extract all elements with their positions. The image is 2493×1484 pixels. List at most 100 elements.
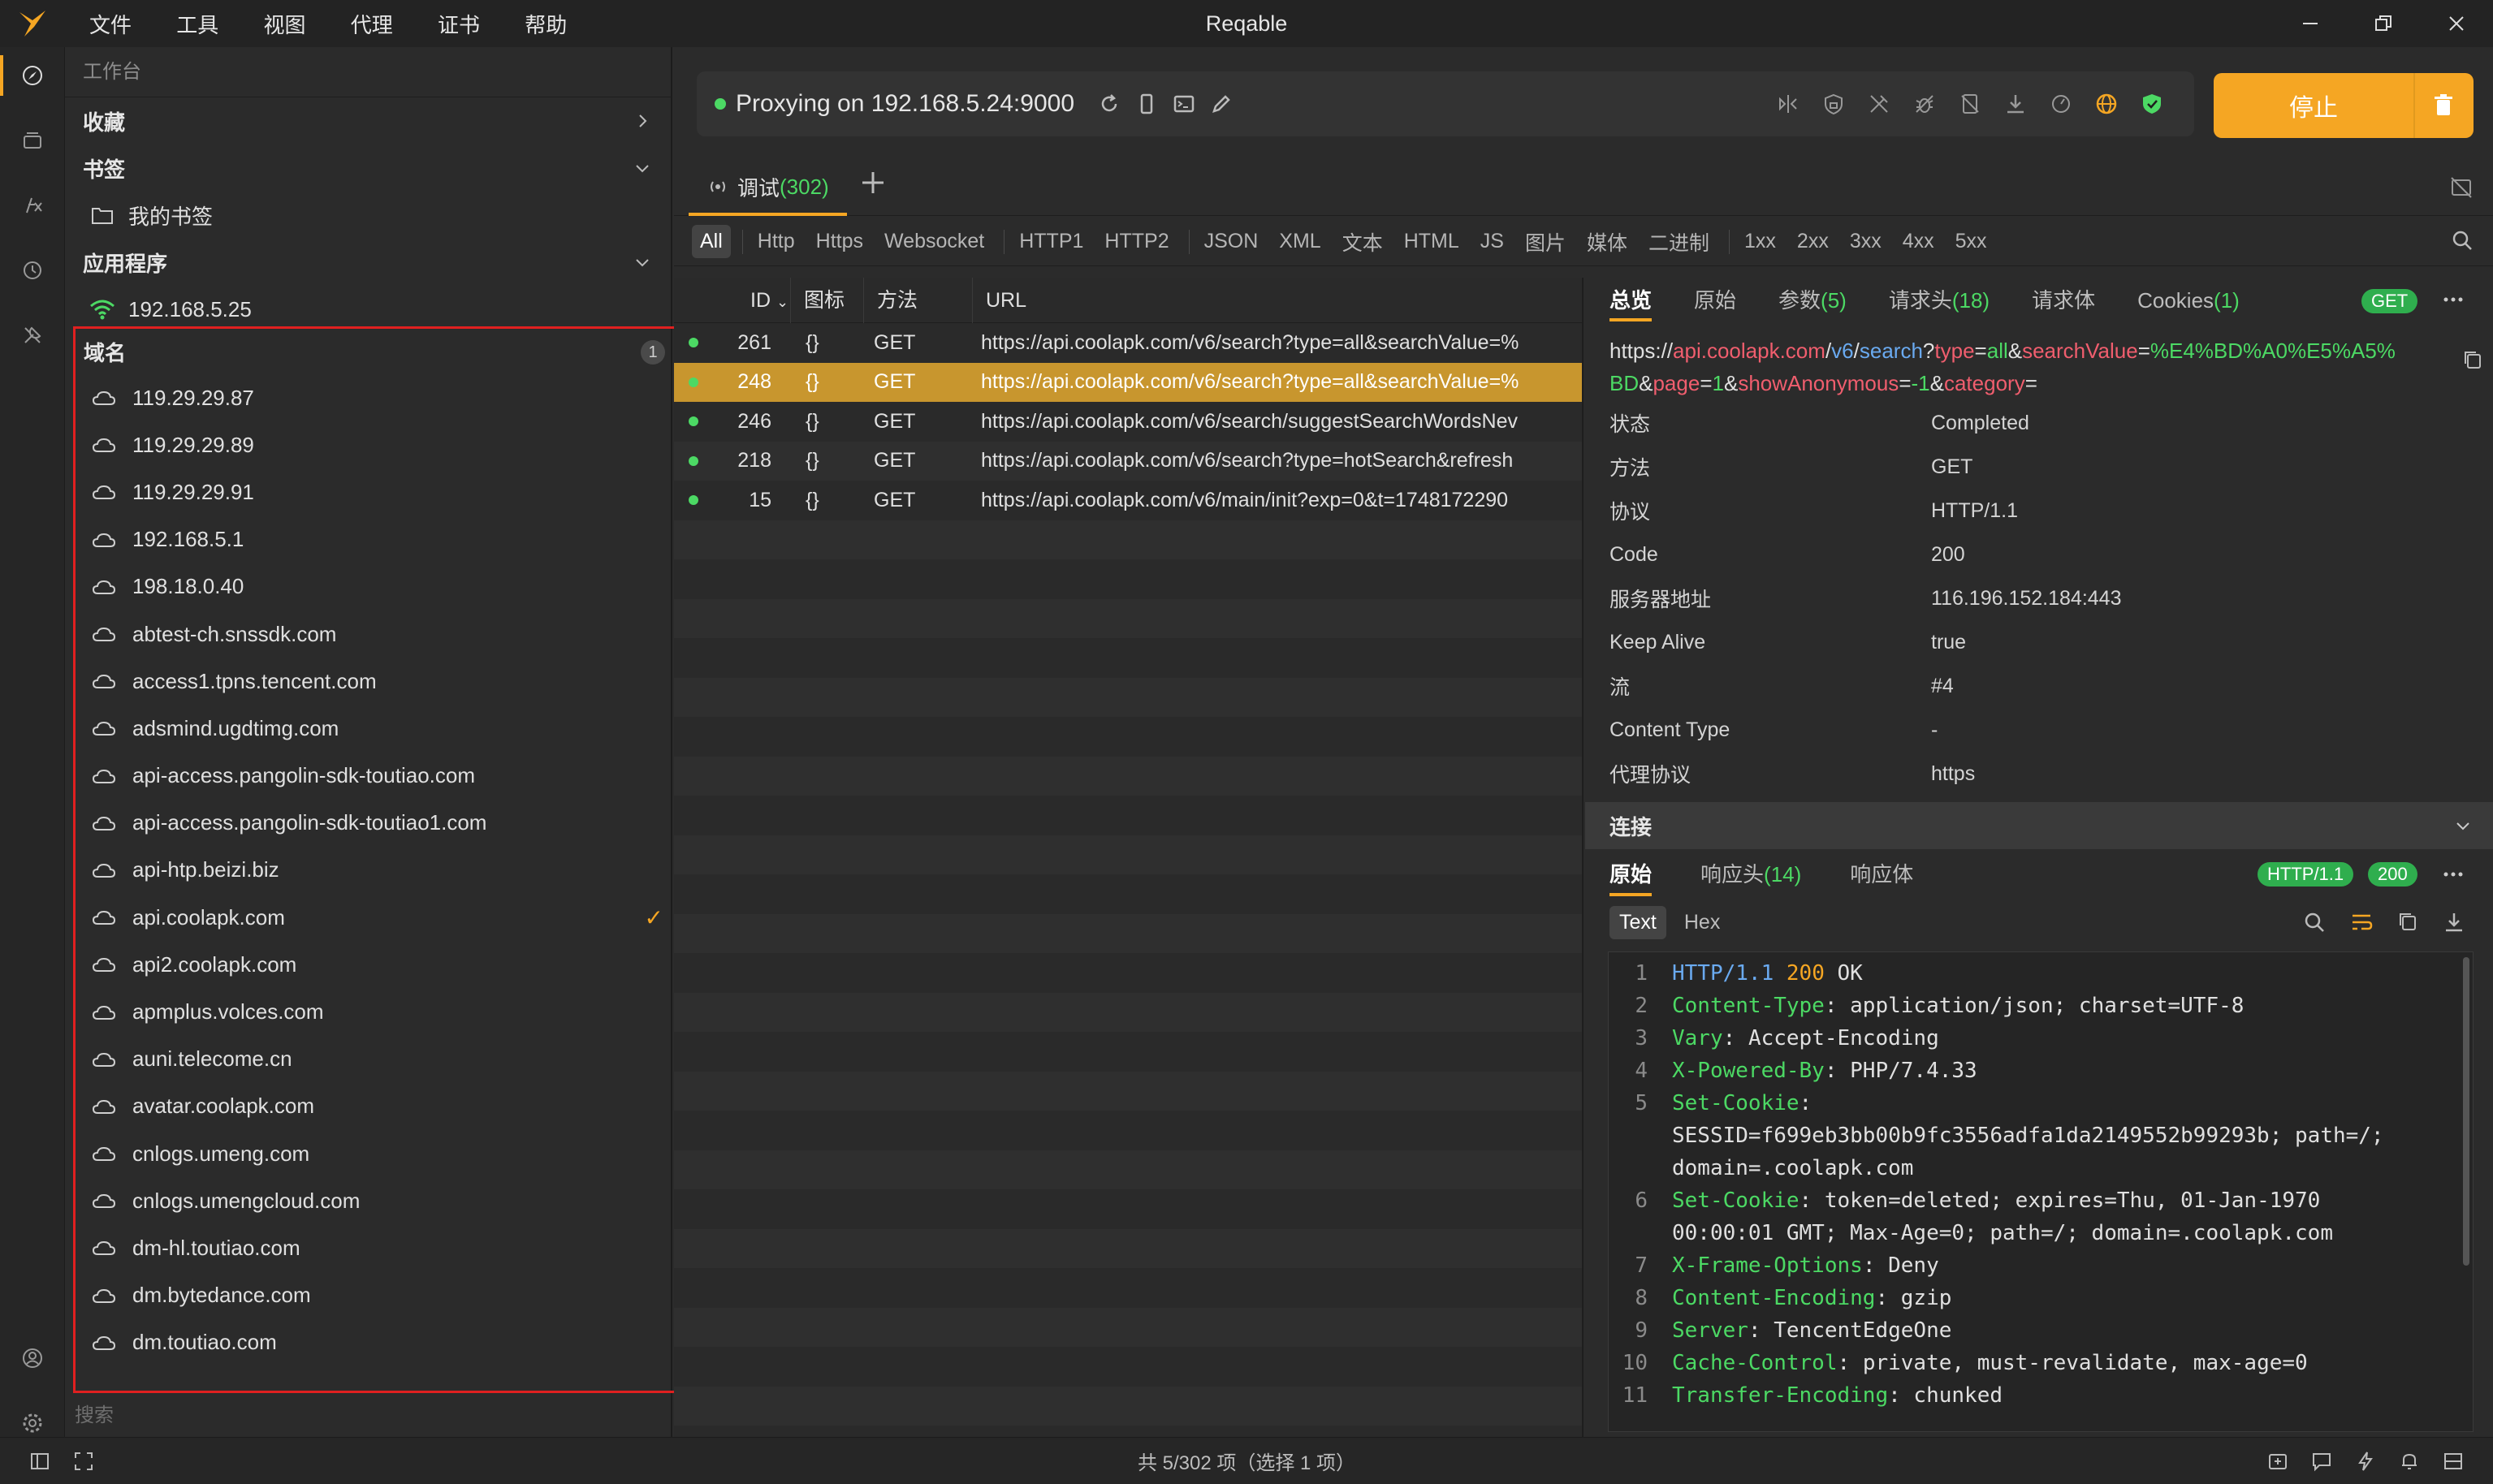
domain-item[interactable]: 119.29.29.89 <box>76 421 685 468</box>
menu-cert[interactable]: 证书 <box>438 13 480 37</box>
code-scrollbar[interactable] <box>2463 957 2469 1266</box>
table-row[interactable]: 15{} GET https://api.coolapk.com/v6/main/i… <box>674 481 1582 520</box>
col-method[interactable]: 方法 <box>864 278 973 323</box>
filter-search-button[interactable] <box>2451 229 2474 252</box>
overview-value[interactable]: GET <box>1931 455 1972 479</box>
copy-url-button[interactable] <box>2462 349 2483 370</box>
tab-request-body[interactable]: 请求体 <box>2032 278 2095 323</box>
domain-item[interactable]: dm.bytedance.com <box>76 1272 685 1319</box>
status-export-button[interactable] <box>2256 1449 2300 1473</box>
domain-item[interactable]: cnlogs.umeng.com <box>76 1130 685 1177</box>
filter-binary[interactable]: 二进制 <box>1640 222 1717 261</box>
filter-html[interactable]: HTML <box>1396 225 1467 258</box>
download-button[interactable] <box>1993 85 2038 123</box>
rail-workspace-button[interactable] <box>0 47 65 104</box>
overview-value[interactable]: HTTP/1.1 <box>1931 499 2018 523</box>
menu-help[interactable]: 帮助 <box>525 13 567 37</box>
rail-sessions-button[interactable] <box>0 112 65 169</box>
domain-item[interactable]: 119.29.29.87 <box>76 374 685 421</box>
filter-http2[interactable]: HTTP2 <box>1096 225 1177 258</box>
overview-value[interactable]: - <box>1931 718 1938 742</box>
domain-item[interactable]: 119.29.29.91 <box>76 468 685 516</box>
menu-tools[interactable]: 工具 <box>176 13 218 37</box>
format-hex[interactable]: Hex <box>1674 906 1730 939</box>
hide-panel-button[interactable] <box>2449 175 2474 200</box>
filter-js[interactable]: JS <box>1472 225 1512 258</box>
tab-overview[interactable]: 总览 <box>1609 278 1653 323</box>
sidebar-search-input[interactable]: 搜索 <box>75 1399 114 1427</box>
status-flash-button[interactable] <box>2344 1449 2387 1473</box>
overview-value[interactable]: https <box>1931 762 1975 786</box>
filter-https[interactable]: Https <box>808 225 871 258</box>
col-id[interactable]: ID ⌄ <box>737 278 791 323</box>
filter-media[interactable]: 媒体 <box>1579 222 1635 261</box>
code-search-button[interactable] <box>2303 911 2326 934</box>
filter-image[interactable]: 图片 <box>1517 222 1574 261</box>
tab-response-raw[interactable]: 原始 <box>1609 849 1653 899</box>
tab-debug[interactable]: 调试 (302) <box>689 161 847 216</box>
rail-history-button[interactable] <box>0 242 65 299</box>
filter-3xx[interactable]: 3xx <box>1842 225 1890 258</box>
domain-item[interactable]: apmplus.volces.com <box>76 988 685 1035</box>
connection-section[interactable]: 连接 <box>1585 802 2493 849</box>
filter-http[interactable]: Http <box>750 225 803 258</box>
apps-section[interactable]: 应用程序 <box>65 239 671 286</box>
status-layout-button[interactable] <box>2431 1449 2475 1473</box>
secure-button[interactable] <box>2129 85 2175 123</box>
domain-item[interactable]: api.coolapk.com ✓ <box>76 894 685 941</box>
close-button[interactable] <box>2420 0 2493 47</box>
terminal-button[interactable] <box>1165 85 1203 123</box>
stop-proxy-button[interactable]: 停止 <box>2214 73 2474 138</box>
rail-api-button[interactable] <box>0 177 65 234</box>
wrap-button[interactable] <box>2350 911 2373 934</box>
minimize-button[interactable] <box>2274 0 2347 47</box>
menu-file[interactable]: 文件 <box>89 13 132 37</box>
domain-item[interactable]: dm-hl.toutiao.com <box>76 1224 685 1271</box>
tab-response-headers[interactable]: 响应头(14) <box>1700 849 1801 899</box>
mirror-button[interactable] <box>1765 85 1811 123</box>
status-notify-button[interactable] <box>2387 1449 2431 1473</box>
toggle-sidebar-button[interactable] <box>18 1449 62 1473</box>
filter-text[interactable]: 文本 <box>1334 222 1391 261</box>
add-tab-button[interactable] <box>859 169 887 196</box>
status-comment-button[interactable] <box>2300 1449 2344 1473</box>
table-row[interactable]: 218{} GET https://api.coolapk.com/v6/searc… <box>674 441 1582 481</box>
copy-response-button[interactable] <box>2397 911 2418 932</box>
menu-proxy[interactable]: 代理 <box>351 13 393 37</box>
restore-button[interactable] <box>2347 0 2420 47</box>
more-button[interactable] <box>2441 287 2465 312</box>
rail-account-button[interactable] <box>0 1330 65 1387</box>
tab-raw[interactable]: 原始 <box>1694 278 1736 323</box>
filter-json[interactable]: JSON <box>1196 225 1267 258</box>
overview-value[interactable]: Completed <box>1931 412 2029 435</box>
overview-value[interactable]: 200 <box>1931 543 1965 567</box>
filter-all[interactable]: All <box>692 225 731 258</box>
breakpoint-button[interactable] <box>1856 85 1902 123</box>
domain-item[interactable]: api-htp.beizi.biz <box>76 847 685 894</box>
domain-item[interactable]: avatar.coolapk.com <box>76 1083 685 1130</box>
domain-item[interactable]: access1.tpns.tencent.com <box>76 658 685 705</box>
filter-4xx[interactable]: 4xx <box>1895 225 1942 258</box>
filter-5xx[interactable]: 5xx <box>1947 225 1995 258</box>
overview-value[interactable]: 116.196.152.184:443 <box>1931 587 2122 610</box>
table-row[interactable]: 246{} GET https://api.coolapk.com/v6/searc… <box>674 402 1582 442</box>
overview-value[interactable]: #4 <box>1931 675 1954 698</box>
edit-button[interactable] <box>1203 85 1240 123</box>
format-text[interactable]: Text <box>1609 905 1666 939</box>
domain-item[interactable]: api2.coolapk.com <box>76 941 685 988</box>
my-bookmarks-item[interactable]: 我的书签 <box>65 192 671 239</box>
domain-item[interactable]: 198.18.0.40 <box>76 563 685 610</box>
throttle-button[interactable] <box>2038 85 2084 123</box>
filter-websocket[interactable]: Websocket <box>876 225 992 258</box>
filter-2xx[interactable]: 2xx <box>1789 225 1837 258</box>
filter-http1[interactable]: HTTP1 <box>1011 225 1091 258</box>
domains-section[interactable]: 域名 1 <box>76 329 685 374</box>
tab-request-headers[interactable]: 请求头(18) <box>1889 278 1990 323</box>
bookmarks-section[interactable]: 书签 <box>65 145 671 192</box>
domain-item[interactable]: api-access.pangolin-sdk-toutiao.com <box>76 753 685 800</box>
domain-item[interactable]: adsmind.ugdtimg.com <box>76 705 685 752</box>
tab-params[interactable]: 参数(5) <box>1778 278 1847 323</box>
domain-item[interactable]: auni.telecome.cn <box>76 1036 685 1083</box>
col-icon[interactable]: 图标 <box>791 278 864 323</box>
tab-response-body[interactable]: 响应体 <box>1850 849 1913 899</box>
